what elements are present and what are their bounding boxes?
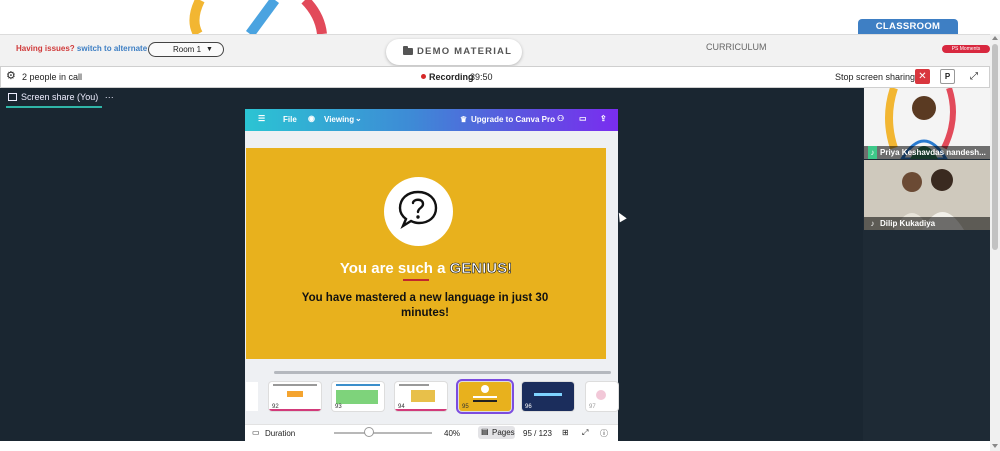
p-button[interactable]: P bbox=[940, 69, 955, 84]
chevron-down-icon[interactable]: ⌄ bbox=[355, 114, 362, 123]
screen-share-label: Screen share (You) bbox=[21, 92, 99, 102]
help-icon[interactable]: ⓘ bbox=[600, 428, 608, 439]
slide-body: You have mastered a new language in just… bbox=[301, 292, 549, 319]
upgrade-button[interactable]: Upgrade to Canva Pro bbox=[471, 115, 555, 124]
zoom-slider-knob[interactable] bbox=[364, 427, 374, 437]
participant-name-bar: ♪ Priya Keshavdas nandesh... bbox=[864, 146, 990, 159]
curriculum-link[interactable]: CURRICULUM bbox=[706, 42, 767, 52]
ps-moments-badge[interactable]: PS Moments bbox=[942, 45, 990, 53]
thumbnail-page[interactable]: 92 bbox=[269, 382, 321, 411]
eye-icon: ◉ bbox=[308, 114, 315, 123]
grid-icon[interactable]: ⊞ bbox=[562, 428, 569, 437]
page-count: 95 / 123 bbox=[523, 429, 552, 438]
zoom-slider[interactable] bbox=[334, 432, 432, 434]
pages-icon: ▤ bbox=[481, 427, 489, 436]
mic-icon[interactable]: ♪ bbox=[868, 146, 877, 159]
question-bubble-icon bbox=[398, 190, 438, 230]
stop-sharing-button[interactable]: ✕ bbox=[915, 69, 930, 84]
participant-name-bar: ♪ Dilip Kukadiya bbox=[864, 217, 990, 230]
thumbnail-number: 93 bbox=[335, 404, 342, 410]
demo-material-label: DEMO MATERIAL bbox=[417, 46, 513, 57]
scroll-up-icon[interactable] bbox=[992, 36, 998, 40]
title-underline bbox=[403, 279, 429, 281]
room-select[interactable]: Room 1 ▼ bbox=[148, 42, 224, 57]
pages-button[interactable]: ▤ Pages bbox=[478, 426, 515, 439]
issues-notice: Having issues? switch to alternate room bbox=[16, 44, 169, 53]
stop-sharing-label: Stop screen sharing bbox=[835, 72, 916, 82]
thumbnail-number: 97 bbox=[589, 404, 596, 410]
recording-time: 39:50 bbox=[470, 72, 493, 82]
upload-icon[interactable]: ⇪ bbox=[600, 114, 607, 123]
close-icon: ✕ bbox=[918, 71, 927, 82]
thumbnail-scrollbar[interactable] bbox=[274, 371, 611, 374]
taskbar-strip bbox=[0, 441, 990, 451]
top-banner bbox=[0, 0, 1000, 34]
slide-title-bold: GENIUS! bbox=[449, 260, 513, 278]
thumbnail-page[interactable]: 97 bbox=[586, 382, 618, 411]
thumbnail-number: 92 bbox=[272, 404, 279, 410]
present-icon[interactable]: ▭ bbox=[579, 114, 587, 123]
expand-icon[interactable]: ⤢ bbox=[582, 428, 588, 438]
duration-button[interactable]: Duration bbox=[265, 429, 295, 438]
recording-label: Recording bbox=[429, 72, 474, 82]
thumbnail-number: 96 bbox=[525, 404, 532, 410]
zoom-level[interactable]: 40% bbox=[444, 429, 460, 438]
participant-tile[interactable]: ♪ Priya Keshavdas nandesh... bbox=[864, 88, 990, 159]
active-tab-underline bbox=[6, 106, 102, 108]
canva-toolbar: ☰ File ◉ Viewing ⌄ ♛ Upgrade to Canva Pr… bbox=[245, 109, 618, 131]
menu-icon[interactable]: ☰ bbox=[258, 114, 265, 123]
thumbnail-page-active[interactable]: 95 bbox=[456, 379, 514, 414]
people-count[interactable]: 2 people in call bbox=[22, 72, 82, 82]
monitor-icon bbox=[8, 93, 17, 101]
viewing-menu[interactable]: Viewing bbox=[324, 115, 354, 124]
thumbnail-number: 94 bbox=[398, 404, 405, 410]
more-options-icon[interactable]: ··· bbox=[105, 92, 114, 102]
caret-down-icon: ▼ bbox=[206, 46, 213, 53]
gear-icon[interactable]: ⚙ bbox=[6, 71, 16, 82]
demo-material-button[interactable]: DEMO MATERIAL bbox=[386, 39, 522, 65]
thumbnail-partial[interactable] bbox=[246, 382, 258, 411]
thumbnail-number: 95 bbox=[462, 404, 469, 410]
crown-icon: ♛ bbox=[460, 115, 468, 124]
duration-icon: ▭ bbox=[252, 428, 260, 437]
pages-label: Pages bbox=[492, 428, 515, 437]
participant-name: Priya Keshavdas nandesh... bbox=[880, 148, 986, 157]
recording-dot-icon bbox=[421, 74, 426, 79]
mic-icon[interactable]: ♪ bbox=[868, 217, 877, 230]
participant-name: Dilip Kukadiya bbox=[880, 219, 936, 228]
banner-arcs bbox=[189, 0, 327, 34]
folder-icon bbox=[403, 46, 413, 55]
slide-title-pre: You are such a bbox=[339, 260, 446, 277]
slide-title: You are such a GENIUS! bbox=[246, 260, 606, 278]
thumbnail-page[interactable]: 96 bbox=[522, 382, 574, 411]
screen-share-tab[interactable]: Screen share (You) ··· bbox=[8, 92, 114, 102]
share-people-icon[interactable]: ⚇ bbox=[557, 114, 564, 123]
thumbnail-page[interactable]: 93 bbox=[332, 382, 384, 411]
fullscreen-icon[interactable]: ⤢ bbox=[966, 69, 982, 85]
file-menu[interactable]: File bbox=[283, 115, 297, 124]
issues-text: Having issues? bbox=[16, 44, 75, 53]
room-select-value: Room 1 bbox=[173, 45, 202, 54]
scroll-thumb[interactable] bbox=[992, 44, 998, 250]
thumbnail-page[interactable]: 94 bbox=[395, 382, 447, 411]
participant-tile[interactable]: ♪ Dilip Kukadiya bbox=[864, 160, 990, 230]
scroll-down-icon[interactable] bbox=[992, 444, 998, 448]
